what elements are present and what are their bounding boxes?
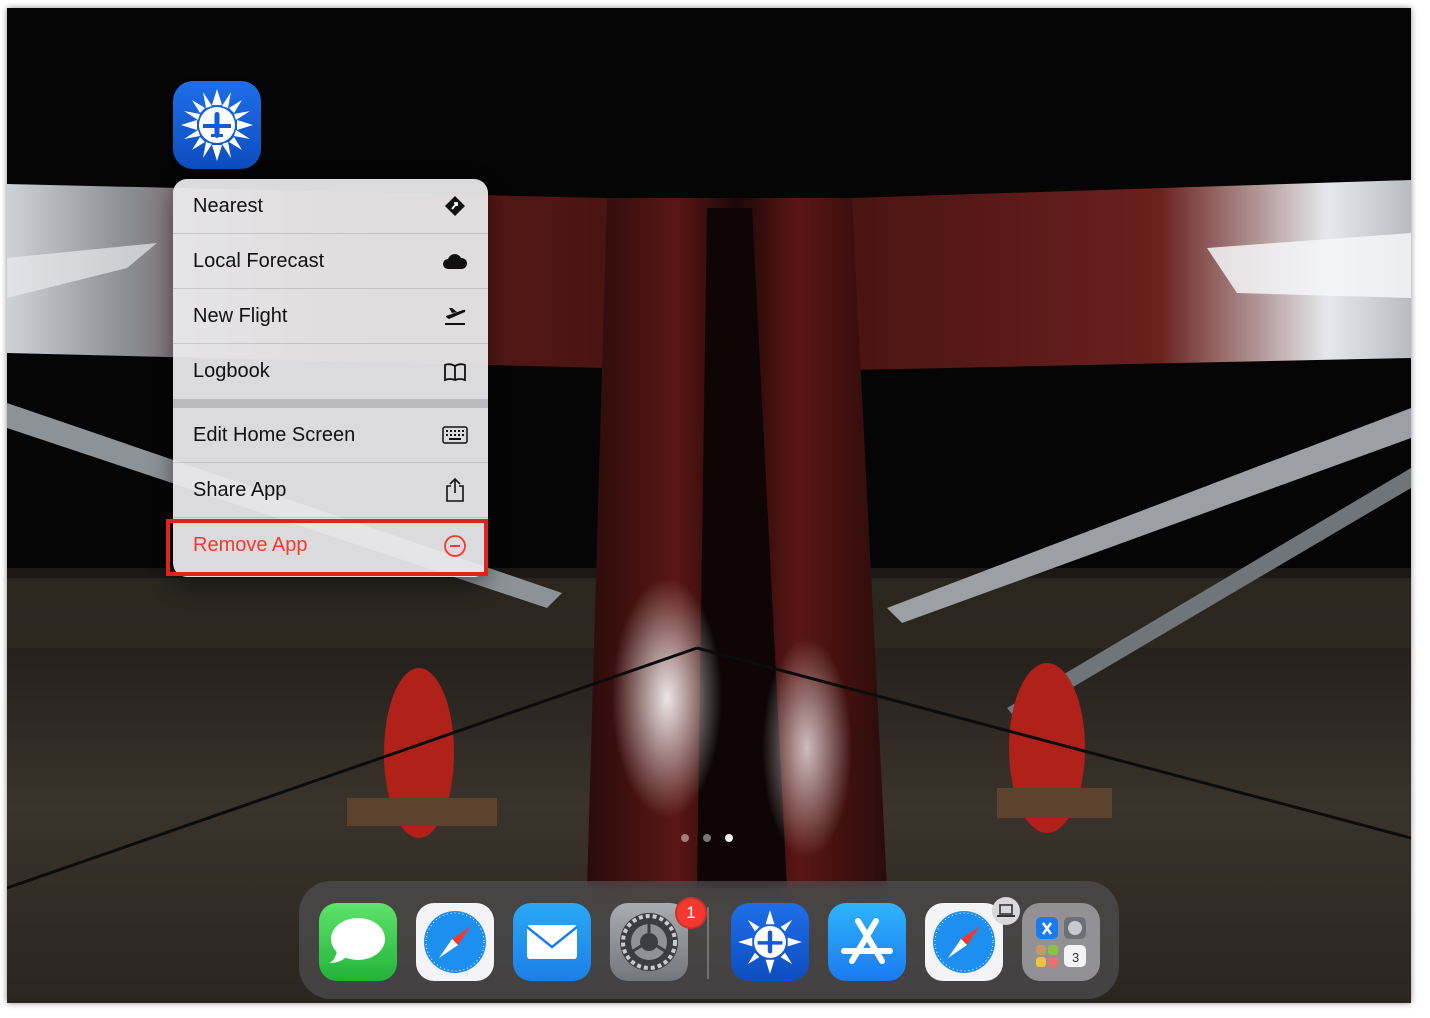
- menu-section-separator: [173, 399, 488, 408]
- messages-icon: [329, 918, 385, 963]
- app-library-icon: [1036, 917, 1086, 967]
- menu-item-nearest[interactable]: Nearest: [173, 179, 488, 234]
- safari-icon: [424, 911, 486, 973]
- cloud-icon: [442, 248, 468, 274]
- page-dot-current: [725, 834, 733, 842]
- mail-icon: [526, 925, 578, 959]
- menu-item-label: New Flight: [193, 304, 288, 327]
- foreflight-app-icon[interactable]: [173, 81, 261, 169]
- foreflight-dock-app[interactable]: [731, 903, 809, 981]
- mail-app[interactable]: [513, 903, 591, 981]
- menu-item-label: Nearest: [193, 194, 264, 217]
- menu-item-remove-app[interactable]: Remove App: [173, 518, 488, 573]
- foreflight-sun-plane-icon: [738, 910, 802, 974]
- settings-notification-badge: 1: [675, 897, 707, 929]
- page-indicator[interactable]: [681, 834, 733, 842]
- calendar-mini-label: 3: [1072, 950, 1080, 965]
- app-context-menu: Nearest Local Forecast New Flight Logboo…: [173, 179, 488, 577]
- nearest-diamond-icon: [442, 193, 468, 219]
- safari-recent-app[interactable]: [925, 903, 1003, 981]
- laptop-icon: [997, 904, 1015, 917]
- page-dot: [703, 834, 711, 842]
- menu-item-logbook[interactable]: Logbook: [173, 344, 488, 399]
- book-icon: [442, 359, 468, 385]
- safari-app[interactable]: [416, 903, 494, 981]
- menu-item-label: Share App: [193, 478, 287, 501]
- menu-item-edit-home-screen[interactable]: Edit Home Screen: [173, 408, 488, 463]
- menu-item-label: Logbook: [193, 360, 270, 382]
- keyboard-icon: [442, 422, 468, 448]
- foreflight-sun-plane-icon: [181, 89, 253, 161]
- menu-item-label: Edit Home Screen: [193, 423, 356, 446]
- menu-item-label: Remove App: [193, 534, 308, 556]
- safari-icon: [933, 911, 995, 973]
- menu-item-new-flight[interactable]: New Flight: [173, 289, 488, 344]
- app-store-app[interactable]: [828, 903, 906, 981]
- share-icon: [442, 477, 468, 503]
- dock: 1 3: [299, 881, 1119, 999]
- messages-app[interactable]: [319, 903, 397, 981]
- menu-item-label: Local Forecast: [193, 249, 325, 272]
- page-dot: [681, 834, 689, 842]
- minus-circle-icon: [442, 533, 468, 559]
- ipad-screen: Nearest Local Forecast New Flight Logboo…: [7, 8, 1411, 1003]
- app-library[interactable]: 3: [1022, 903, 1100, 981]
- menu-item-share-app[interactable]: Share App: [173, 463, 488, 518]
- dock-divider: [707, 907, 709, 979]
- plane-takeoff-icon: [442, 303, 468, 329]
- menu-item-local-forecast[interactable]: Local Forecast: [173, 234, 488, 289]
- app-store-icon: [841, 918, 893, 964]
- handoff-badge[interactable]: [992, 897, 1020, 925]
